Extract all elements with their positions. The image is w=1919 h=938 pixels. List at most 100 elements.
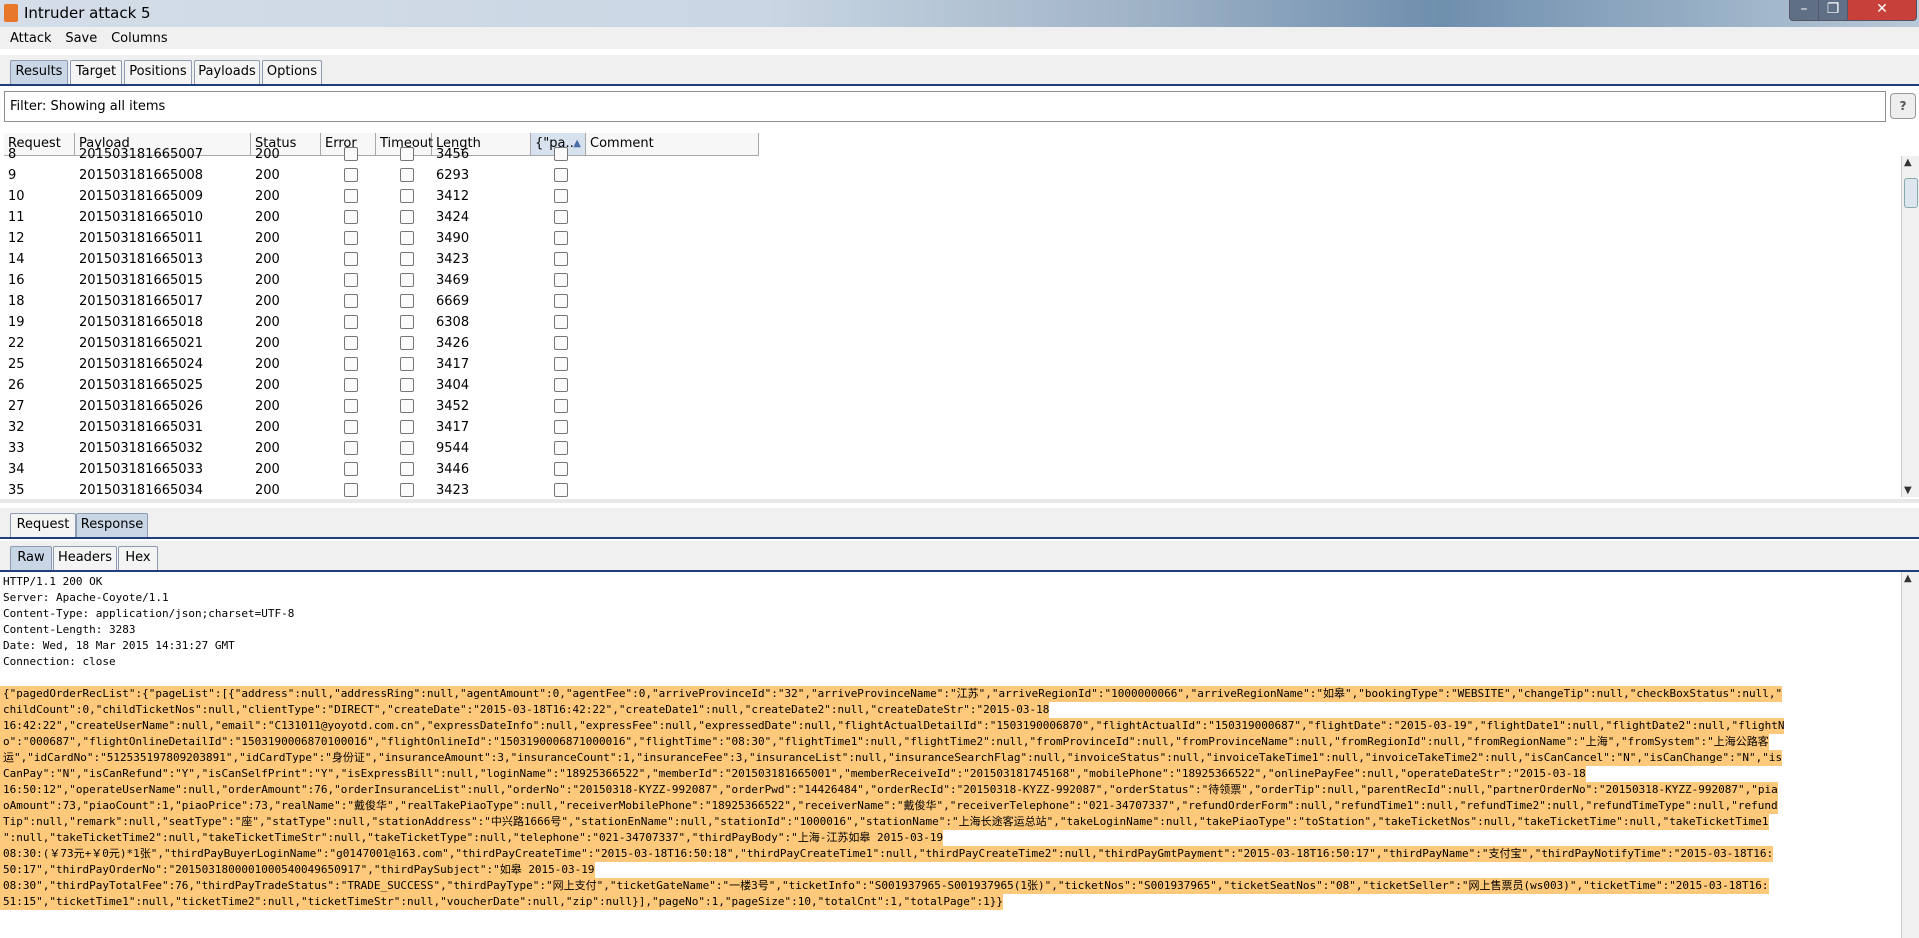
tab-raw[interactable]: Raw bbox=[10, 546, 52, 570]
table-row[interactable]: 16 201503181665015 200 3469 bbox=[4, 270, 759, 291]
response-body-line: 08:30","thirdPayTotalFee":76,"thirdPayTr… bbox=[0, 878, 1769, 894]
table-row[interactable]: 8 201503181665007 200 3456 bbox=[4, 144, 759, 165]
scroll-up-icon[interactable]: ▲ bbox=[1904, 573, 1912, 584]
table-cell-status: 200 bbox=[255, 210, 280, 225]
tab-target[interactable]: Target bbox=[70, 60, 122, 84]
tab-payloads[interactable]: Payloads bbox=[194, 60, 260, 84]
table-row[interactable]: 27 201503181665026 200 3452 bbox=[4, 396, 759, 417]
error-checkbox bbox=[344, 399, 358, 413]
table-row[interactable]: 10 201503181665009 200 3412 bbox=[4, 186, 759, 207]
tab-options[interactable]: Options bbox=[262, 60, 322, 84]
table-cell-length: 3423 bbox=[436, 252, 470, 267]
menu-columns[interactable]: Columns bbox=[106, 27, 173, 46]
table-row[interactable]: 19 201503181665018 200 6308 bbox=[4, 312, 759, 333]
response-body-line: childCount":0,"childTicketNos":null,"cli… bbox=[0, 702, 1050, 718]
filter-bar[interactable]: Filter: Showing all items bbox=[4, 91, 1886, 122]
error-checkbox bbox=[344, 441, 358, 455]
minimize-button[interactable]: – bbox=[1789, 0, 1819, 21]
tab-results[interactable]: Results bbox=[10, 60, 68, 84]
table-cell-request: 19 bbox=[8, 315, 25, 330]
timeout-checkbox bbox=[400, 168, 414, 182]
table-cell-request: 33 bbox=[8, 441, 25, 456]
table-cell-length: 3426 bbox=[436, 336, 470, 351]
table-cell-status: 200 bbox=[255, 273, 280, 288]
table-cell-request: 10 bbox=[8, 189, 25, 204]
table-scrollbar[interactable]: ▲ ▼ bbox=[1901, 156, 1919, 497]
table-cell-status: 200 bbox=[255, 462, 280, 477]
table-row[interactable]: 34 201503181665033 200 3446 bbox=[4, 459, 759, 480]
table-row[interactable]: 26 201503181665025 200 3404 bbox=[4, 375, 759, 396]
maximize-button[interactable]: ❐ bbox=[1818, 0, 1848, 21]
table-cell-status: 200 bbox=[255, 357, 280, 372]
table-cell-length: 3424 bbox=[436, 210, 470, 225]
response-body-line: 16:42:22","createUserName":null,"email":… bbox=[0, 718, 1785, 734]
table-cell-payload: 201503181665007 bbox=[79, 147, 204, 162]
tab-hex[interactable]: Hex bbox=[118, 546, 158, 570]
response-body-line: 运","idCardNo":"512535197809203891","idCa… bbox=[0, 750, 1783, 766]
response-body-line: 51:15","ticketTime1":null,"ticketTime2":… bbox=[0, 894, 1004, 910]
table-cell-status: 200 bbox=[255, 420, 280, 435]
tab-headers[interactable]: Headers bbox=[53, 546, 117, 570]
table-cell-request: 22 bbox=[8, 336, 25, 351]
response-header-line: Server: Apache-Coyote/1.1 bbox=[3, 591, 169, 604]
table-row[interactable]: 32 201503181665031 200 3417 bbox=[4, 417, 759, 438]
table-row[interactable]: 11 201503181665010 200 3424 bbox=[4, 207, 759, 228]
table-cell-request: 32 bbox=[8, 420, 25, 435]
table-row[interactable]: 18 201503181665017 200 6669 bbox=[4, 291, 759, 312]
scroll-down-icon[interactable]: ▼ bbox=[1904, 485, 1912, 496]
table-row[interactable]: 33 201503181665032 200 9544 bbox=[4, 438, 759, 459]
timeout-checkbox bbox=[400, 189, 414, 203]
timeout-checkbox bbox=[400, 147, 414, 161]
main-tab-bar: Results Target Positions Payloads Option… bbox=[0, 55, 1919, 86]
table-row[interactable]: 35 201503181665034 200 3423 bbox=[4, 480, 759, 497]
table-cell-length: 9544 bbox=[436, 441, 470, 456]
table-row[interactable]: 22 201503181665021 200 3426 bbox=[4, 333, 759, 354]
response-body-line: o":"000687","flightOnlineDetailId":"1503… bbox=[0, 734, 1769, 750]
table-cell-length: 6669 bbox=[436, 294, 470, 309]
table-cell-request: 14 bbox=[8, 252, 25, 267]
tab-request[interactable]: Request bbox=[10, 513, 76, 537]
response-scrollbar[interactable]: ▲ bbox=[1901, 572, 1919, 938]
grep-checkbox bbox=[554, 420, 568, 434]
response-header-line: Content-Type: application/json;charset=U… bbox=[3, 607, 295, 620]
table-cell-request: 26 bbox=[8, 378, 25, 393]
close-button[interactable]: ✕ bbox=[1847, 0, 1917, 21]
scroll-up-icon[interactable]: ▲ bbox=[1904, 157, 1912, 168]
help-button[interactable]: ? bbox=[1890, 93, 1916, 119]
table-cell-payload: 201503181665011 bbox=[79, 231, 204, 246]
table-row[interactable]: 9 201503181665008 200 6293 bbox=[4, 165, 759, 186]
grep-checkbox bbox=[554, 189, 568, 203]
table-row[interactable]: 12 201503181665011 200 3490 bbox=[4, 228, 759, 249]
grep-checkbox bbox=[554, 294, 568, 308]
table-cell-status: 200 bbox=[255, 252, 280, 267]
timeout-checkbox bbox=[400, 399, 414, 413]
table-cell-payload: 201503181665018 bbox=[79, 315, 204, 330]
table-cell-payload: 201503181665031 bbox=[79, 420, 204, 435]
error-checkbox bbox=[344, 357, 358, 371]
response-status-line: HTTP/1.1 200 OK bbox=[3, 575, 103, 588]
reqresp-tab-bar: Request Response bbox=[0, 508, 1919, 539]
timeout-checkbox bbox=[400, 294, 414, 308]
table-cell-payload: 201503181665024 bbox=[79, 357, 204, 372]
tab-positions[interactable]: Positions bbox=[124, 60, 192, 84]
response-raw-view[interactable]: HTTP/1.1 200 OK Server: Apache-Coyote/1.… bbox=[0, 572, 1900, 938]
table-row[interactable]: 14 201503181665013 200 3423 bbox=[4, 249, 759, 270]
error-checkbox bbox=[344, 273, 358, 287]
table-row[interactable]: 25 201503181665024 200 3417 bbox=[4, 354, 759, 375]
response-body-line: CanPay":"N","isCanRefund":"Y","isCanSelf… bbox=[0, 766, 1586, 782]
response-body-line: Tip":null,"remark":null,"seatType":"座","… bbox=[0, 814, 1769, 830]
table-scroll-thumb[interactable] bbox=[1904, 178, 1918, 208]
menu-save[interactable]: Save bbox=[60, 27, 102, 46]
response-body-line: ":null,"takeTicketTime2":null,"takeTicke… bbox=[0, 830, 944, 846]
menu-attack[interactable]: Attack bbox=[5, 27, 57, 46]
response-body-line: 50:17","thirdPayOrderNo":"20150318000010… bbox=[0, 862, 595, 878]
table-cell-status: 200 bbox=[255, 168, 280, 183]
table-cell-status: 200 bbox=[255, 315, 280, 330]
tab-response[interactable]: Response bbox=[76, 513, 148, 537]
table-cell-length: 3469 bbox=[436, 273, 470, 288]
timeout-checkbox bbox=[400, 483, 414, 497]
table-cell-request: 35 bbox=[8, 483, 25, 497]
split-pane-divider[interactable] bbox=[0, 499, 1919, 503]
response-body-line: 16:50:12","operateUserName":null,"orderA… bbox=[0, 782, 1778, 798]
table-cell-payload: 201503181665026 bbox=[79, 399, 204, 414]
